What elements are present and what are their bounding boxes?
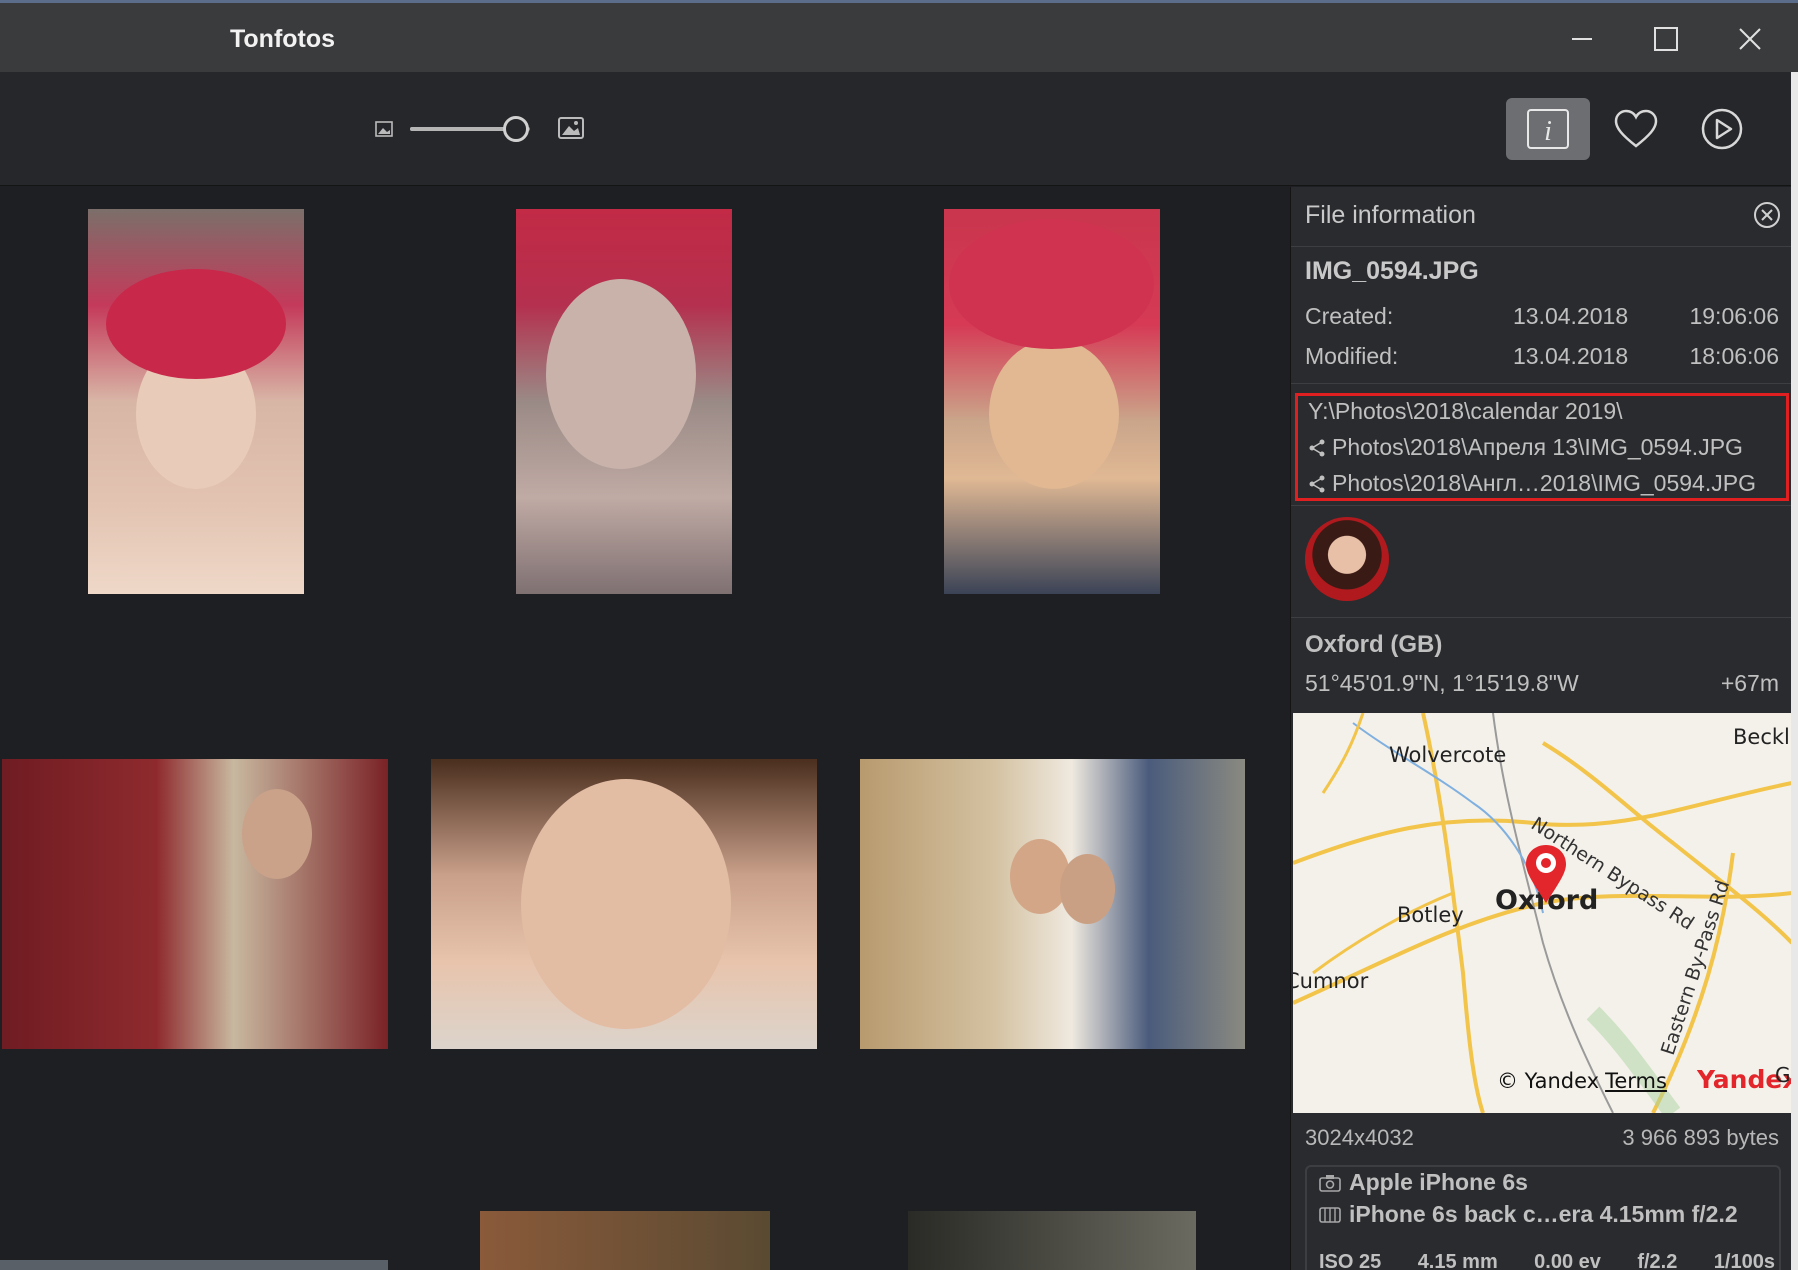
photo-thumbnail[interactable] (860, 759, 1245, 1049)
app-title: Tonfotos (230, 25, 336, 53)
photo-gallery (0, 187, 1290, 1270)
photo-thumbnail[interactable] (944, 209, 1160, 594)
file-paths-box: Y:\Photos\2018\calendar 2019\ Photos\201… (1295, 393, 1789, 501)
created-label: Created: (1305, 303, 1394, 329)
photo-headdress (949, 219, 1154, 349)
file-size: 3 966 893 bytes (1622, 1125, 1779, 1150)
panel-title: File information (1305, 201, 1476, 229)
slideshow-button[interactable] (1680, 98, 1764, 160)
location-pin-icon (1526, 845, 1566, 903)
file-path[interactable]: Y:\Photos\2018\calendar 2019\ (1308, 398, 1623, 425)
photo-subject (989, 339, 1119, 489)
altitude: +67m (1720, 670, 1779, 696)
svg-text:i: i (1544, 116, 1552, 147)
map-copyright-text: © Yandex (1497, 1069, 1600, 1093)
map-place-label: Ga (1775, 1063, 1792, 1087)
photo-subject (546, 279, 696, 469)
linked-path[interactable]: Photos\2018\Англ…2018\IMG_0594.JPG (1308, 470, 1756, 497)
photo-thumbnail[interactable] (516, 209, 732, 594)
map-place-label: Botley (1397, 903, 1464, 927)
person-avatar[interactable] (1305, 517, 1389, 601)
minimize-button[interactable] (1546, 11, 1618, 67)
photo-headdress (106, 269, 286, 379)
lens-icon (1319, 1206, 1341, 1223)
linked-path[interactable]: Photos\2018\Апреля 13\IMG_0594.JPG (1308, 434, 1743, 461)
camera-icon (1319, 1174, 1341, 1192)
file-name: IMG_0594.JPG (1305, 257, 1479, 285)
modified-date: 13.04.2018 (1513, 343, 1629, 369)
exif-box: Apple iPhone 6s iPhone 6s back c…era 4.1… (1305, 1165, 1781, 1270)
photo-thumbnail[interactable] (908, 1211, 1196, 1270)
close-panel-icon[interactable] (1753, 201, 1781, 229)
thumbnail-size-slider[interactable] (410, 116, 530, 142)
linked-path-text: Photos\2018\Англ…2018\IMG_0594.JPG (1332, 470, 1756, 496)
divider (1291, 383, 1792, 384)
exif-iso: ISO 25 (1319, 1251, 1382, 1270)
image-dimensions: 3024x4032 (1305, 1125, 1414, 1150)
photo-thumbnail[interactable] (2, 759, 388, 1049)
exif-values: ISO 25 4.15 mm 0.00 ev f/2.2 1/100s (1319, 1251, 1775, 1270)
created-date: 13.04.2018 (1513, 303, 1629, 329)
gps-coordinates: 51°45'01.9"N, 1°15'19.8"W (1305, 670, 1579, 696)
exif-aperture: f/2.2 (1637, 1251, 1678, 1270)
slider-handle[interactable] (502, 116, 529, 142)
panel-header: File information (1291, 187, 1792, 247)
photo-thumbnail[interactable] (88, 209, 304, 594)
slider-fill (410, 127, 516, 131)
maximize-icon (1654, 27, 1678, 51)
map-copyright: © Yandex Terms (1497, 1069, 1667, 1093)
map-place-label: Cumnor (1293, 969, 1369, 993)
info-icon: i (1527, 109, 1569, 149)
exif-focal-length: 4.15 mm (1417, 1251, 1498, 1270)
lens-model-text: iPhone 6s back c…era 4.15mm f/2.2 (1349, 1201, 1738, 1227)
map-place-label: Wolvercote (1389, 743, 1507, 767)
camera-model-text: Apple iPhone 6s (1349, 1169, 1528, 1195)
photo-subject (1060, 854, 1115, 924)
photo-thumbnail[interactable] (431, 759, 817, 1049)
photo-thumbnail[interactable] (480, 1211, 770, 1270)
created-time: 19:06:06 (1689, 303, 1779, 329)
close-window-button[interactable] (1714, 11, 1786, 67)
camera-model: Apple iPhone 6s (1319, 1169, 1528, 1196)
modified-time: 18:06:06 (1689, 343, 1779, 369)
location-name: Oxford (GB) (1305, 631, 1443, 658)
share-icon (1309, 475, 1325, 492)
map-place-label: Beckl (1733, 725, 1790, 749)
location-map[interactable]: Wolvercote Beckl Botley Oxford Cumnor No… (1293, 713, 1792, 1113)
linked-path-text: Photos\2018\Апреля 13\IMG_0594.JPG (1332, 434, 1743, 460)
close-icon (1739, 28, 1761, 50)
exif-exposure-bias: 0.00 ev (1534, 1251, 1601, 1270)
image-small-icon[interactable] (375, 121, 393, 137)
exif-shutter: 1/100s (1713, 1251, 1775, 1270)
divider (1291, 505, 1792, 506)
file-info-panel: File information IMG_0594.JPG Created: 1… (1290, 187, 1792, 1270)
toolbar: i (0, 72, 1798, 186)
play-icon (1701, 108, 1743, 150)
share-icon (1309, 439, 1325, 456)
window-edge (1791, 72, 1798, 1270)
maximize-button[interactable] (1630, 11, 1702, 67)
info-button[interactable]: i (1506, 98, 1590, 160)
heart-icon (1614, 109, 1658, 148)
minimize-icon (1572, 38, 1592, 40)
photo-thumbnail[interactable] (0, 1260, 388, 1270)
file-path-text: Y:\Photos\2018\calendar 2019\ (1308, 398, 1623, 424)
title-bar: Tonfotos (0, 0, 1798, 72)
favorite-button[interactable] (1594, 98, 1678, 160)
image-large-icon[interactable] (558, 117, 584, 139)
photo-subject (521, 779, 731, 1029)
modified-label: Modified: (1305, 343, 1399, 369)
divider (1291, 617, 1792, 618)
lens-model: iPhone 6s back c…era 4.15mm f/2.2 (1319, 1201, 1738, 1228)
map-terms-link[interactable]: Terms (1605, 1069, 1667, 1093)
photo-subject (242, 789, 312, 879)
